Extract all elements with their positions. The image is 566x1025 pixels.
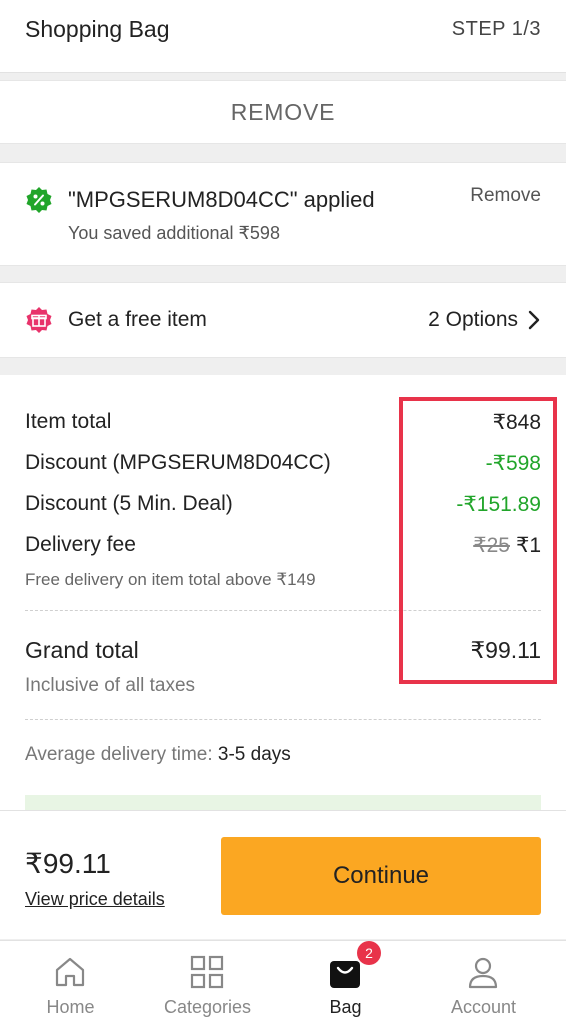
avg-delivery-time: Average delivery time: 3-5 days: [25, 744, 291, 766]
avg-delivery-label: Average delivery time:: [25, 744, 213, 765]
grid-icon: [190, 955, 224, 989]
free-item-label: Get a free item: [68, 308, 207, 331]
chevron-right-icon[interactable]: [526, 310, 542, 330]
delivery-fee-label: Delivery fee: [25, 533, 136, 556]
nav-label-account: Account: [450, 997, 517, 1017]
nav-label-home: Home: [46, 997, 95, 1017]
nav-item-account[interactable]: Account: [413, 941, 554, 1025]
page-title: Shopping Bag: [25, 16, 170, 42]
free-item-row[interactable]: Get a free item 2 Options: [0, 282, 566, 358]
nav-label-categories: Categories: [163, 997, 252, 1017]
percent-badge-icon: [26, 187, 52, 213]
view-price-details-link[interactable]: View price details: [25, 889, 165, 910]
header: Shopping Bag STEP 1/3: [0, 0, 566, 73]
inclusive-taxes-note: Inclusive of all taxes: [25, 675, 196, 696]
nav-item-categories[interactable]: Categories: [137, 941, 278, 1025]
item-total-label: Item total: [25, 410, 112, 433]
continue-button[interactable]: Continue: [221, 837, 541, 915]
remove-button[interactable]: REMOVE: [0, 99, 566, 126]
bag-count-badge: 2: [357, 941, 381, 965]
user-icon: [468, 957, 498, 989]
deal-discount-label: Discount (5 Min. Deal): [25, 492, 233, 515]
grand-total-label: Grand total: [25, 637, 139, 663]
bottom-nav: Home Categories 2 Bag Account: [0, 940, 566, 1025]
bag-icon: [330, 961, 360, 988]
remove-bar[interactable]: REMOVE: [0, 80, 566, 144]
coupon-applied-text: "MPGSERUM8D04CC" applied: [68, 187, 375, 212]
nav-item-home[interactable]: Home: [0, 941, 141, 1025]
nav-item-bag[interactable]: 2 Bag: [275, 941, 416, 1025]
coupon-card: "MPGSERUM8D04CC" applied You saved addit…: [0, 162, 566, 266]
avg-delivery-value: 3-5 days: [217, 744, 291, 765]
checkout-price: ₹99.11: [25, 848, 111, 879]
highlight-box: [399, 397, 557, 684]
checkout-bar: ₹99.11 View price details Continue: [0, 810, 566, 939]
free-item-options[interactable]: 2 Options: [428, 308, 518, 332]
home-icon: [55, 957, 85, 987]
coupon-saved-text: You saved additional ₹598: [68, 223, 280, 243]
remove-coupon-link[interactable]: Remove: [470, 185, 541, 207]
step-indicator: STEP 1/3: [451, 18, 541, 40]
delivery-note: Free delivery on item total above ₹149: [25, 570, 316, 589]
divider: [25, 719, 541, 720]
nav-label-bag: Bag: [329, 997, 362, 1017]
gift-icon: [26, 307, 52, 333]
coupon-discount-label: Discount (MPGSERUM8D04CC): [25, 451, 331, 474]
